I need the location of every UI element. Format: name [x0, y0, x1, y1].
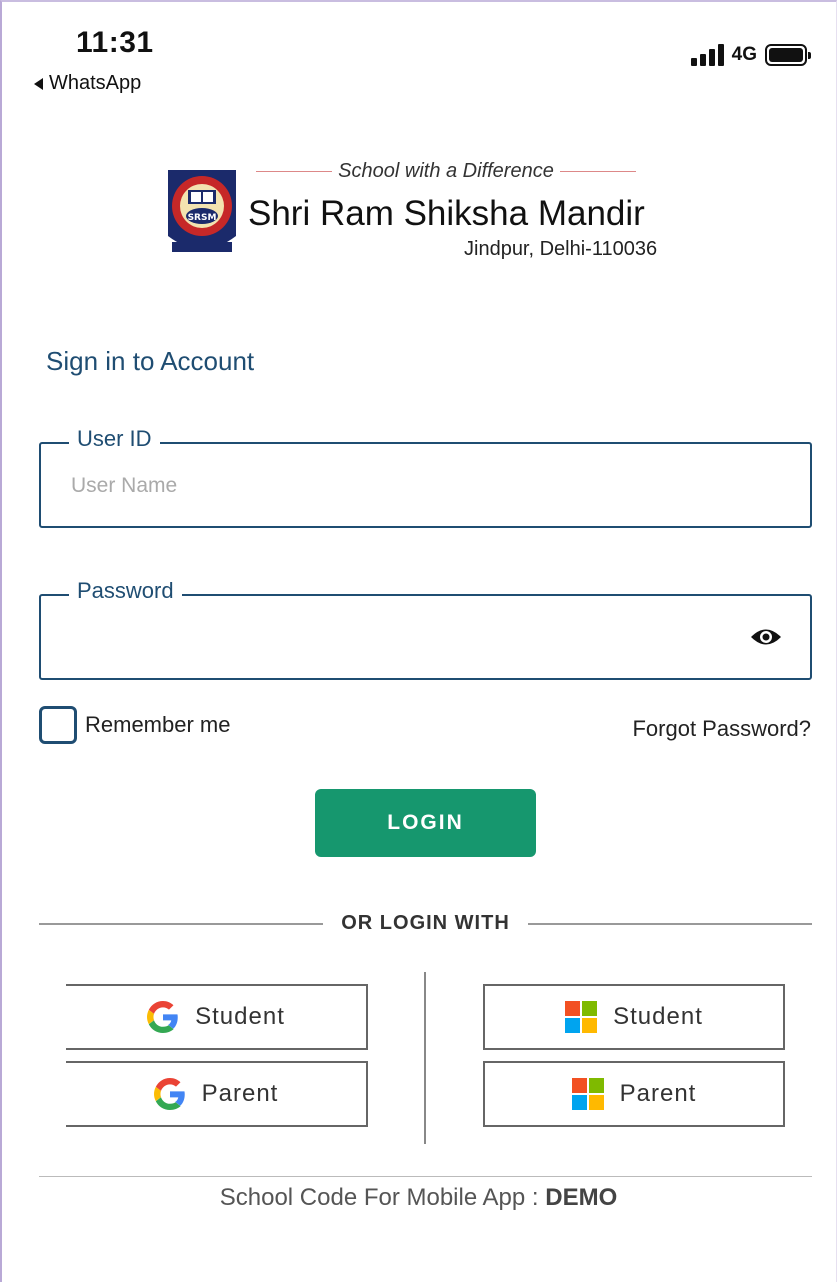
status-indicators: 4G [690, 44, 811, 66]
google-student-button[interactable]: Student [66, 984, 368, 1050]
microsoft-icon [571, 1078, 604, 1110]
school-emblem-icon: SRSM [168, 170, 236, 252]
microsoft-parent-button[interactable]: Parent [483, 1061, 785, 1127]
school-address: Jindpur, Delhi-110036 [464, 238, 658, 260]
microsoft-student-label: Student [613, 1003, 703, 1030]
google-parent-label: Parent [201, 1080, 279, 1107]
or-login-with-label: OR LOGIN WITH [341, 912, 510, 934]
remember-me-label: Remember me [85, 712, 231, 737]
battery-icon [765, 44, 811, 66]
tagline-text: School with a Difference [338, 160, 554, 182]
google-icon [153, 1078, 185, 1110]
sso-vertical-divider [424, 972, 426, 1144]
back-app-label: WhatsApp [49, 72, 142, 94]
back-arrow-icon [34, 77, 43, 90]
school-code-value: DEMO [545, 1184, 618, 1211]
password-field[interactable]: Password [39, 578, 812, 680]
footer-divider [39, 1176, 812, 1177]
school-name: Shri Ram Shiksha Mandir [248, 194, 645, 233]
show-password-eye-icon[interactable] [750, 626, 782, 648]
password-input[interactable] [71, 620, 711, 656]
status-time: 11:31 [76, 26, 154, 59]
school-code-label: School Code For Mobile App : [219, 1184, 539, 1211]
remember-me-row[interactable]: Remember me [39, 706, 230, 744]
remember-me-checkbox[interactable] [39, 706, 77, 744]
user-id-label: User ID [69, 426, 160, 452]
microsoft-student-button[interactable]: Student [483, 984, 785, 1050]
login-button[interactable]: LOGIN [315, 789, 536, 857]
back-to-app-link[interactable]: WhatsApp [34, 72, 141, 95]
or-login-with-divider: OR LOGIN WITH [39, 912, 813, 935]
school-tagline: School with a Difference [256, 160, 637, 183]
microsoft-parent-label: Parent [619, 1080, 697, 1107]
school-header: SRSM School with a Difference Shri Ram S… [164, 160, 694, 270]
user-id-field[interactable]: User ID [39, 426, 812, 528]
school-code-footer: School Code For Mobile App : DEMO [0, 1184, 837, 1212]
microsoft-icon [565, 1001, 598, 1033]
google-icon [147, 1001, 178, 1033]
google-student-label: Student [195, 1003, 285, 1030]
google-parent-button[interactable]: Parent [66, 1061, 368, 1127]
password-label: Password [69, 578, 182, 604]
svg-text:SRSM: SRSM [188, 213, 217, 223]
forgot-password-link[interactable]: Forgot Password? [632, 716, 811, 742]
page-title: Sign in to Account [46, 346, 255, 376]
network-type: 4G [731, 44, 757, 65]
signal-icon [690, 44, 724, 66]
user-id-input[interactable] [71, 468, 751, 504]
